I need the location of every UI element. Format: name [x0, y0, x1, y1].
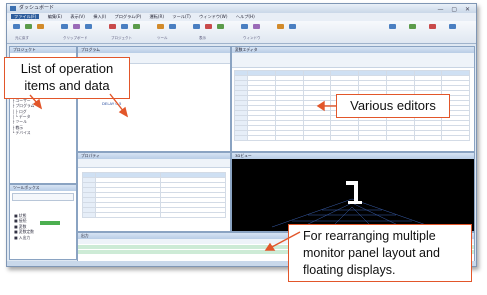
callout-pointers: [29, 93, 336, 251]
